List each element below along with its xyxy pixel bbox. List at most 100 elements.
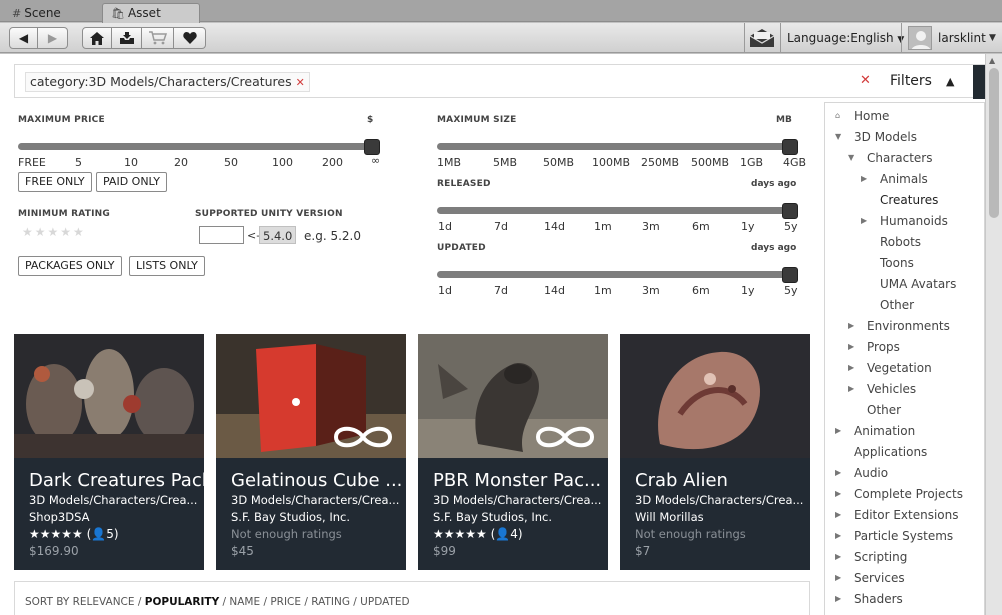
sidebar-item-vegetation[interactable]: ▶ Vegetation [848, 361, 932, 375]
asset-rating: Not enough ratings [231, 527, 342, 541]
released-tick: 7d [494, 220, 508, 233]
asset-category[interactable]: 3D Models/Characters/Crea... [231, 493, 399, 507]
sidebar-item-environments[interactable]: ▶ Environments [848, 319, 950, 333]
rating-count: (👤4) [490, 527, 523, 541]
cart-button[interactable] [142, 27, 174, 49]
asset-thumbnail[interactable] [620, 334, 810, 458]
sidebar-item-other[interactable]: Other [867, 403, 901, 417]
asset-card[interactable]: PBR Monster Pac... 3D Models/Characters/… [418, 334, 608, 570]
sidebar-item-complete-projects[interactable]: ▶ Complete Projects [835, 487, 963, 501]
username[interactable]: larsklint [938, 23, 986, 53]
asset-title[interactable]: PBR Monster Pac... [433, 470, 601, 491]
updated-slider-handle[interactable] [782, 267, 798, 283]
chevron-right-icon: ▶ [835, 426, 842, 435]
sort-options[interactable]: SORT BY RELEVANCE / [25, 596, 145, 608]
filters-toggle[interactable]: Filters ▲ [890, 73, 954, 89]
vertical-scrollbar[interactable]: ▲ [985, 54, 1002, 615]
asset-title[interactable]: Dark Creatures Pack [29, 470, 204, 491]
sidebar-item-vehicles[interactable]: ▶ Vehicles [848, 382, 916, 396]
asset-card[interactable]: Dark Creatures Pack 3D Models/Characters… [14, 334, 204, 570]
back-button[interactable]: ◀ [9, 27, 38, 49]
sidebar-item-humanoids[interactable]: ▶ Humanoids [861, 214, 948, 228]
sidebar-item-home[interactable]: ⌂ Home [835, 109, 889, 123]
sidebar-item-uma-avatars[interactable]: UMA Avatars [880, 277, 956, 291]
free-only-button[interactable]: FREE ONLY [18, 172, 92, 192]
max-price-slider-handle[interactable] [364, 139, 380, 155]
unity-version-input[interactable] [199, 226, 244, 244]
sidebar-item-animals[interactable]: ▶ Animals [861, 172, 928, 186]
sidebar-item-other[interactable]: Other [880, 298, 914, 312]
asset-thumbnail[interactable] [14, 334, 204, 458]
sidebar-item-characters[interactable]: ▼ Characters [848, 151, 933, 165]
sidebar-item-label: Audio [854, 466, 889, 480]
price-tick: 100 [272, 156, 293, 169]
sidebar-item-props[interactable]: ▶ Props [848, 340, 900, 354]
max-size-slider-handle[interactable] [782, 139, 798, 155]
envelope-icon [749, 29, 775, 47]
asset-thumbnail[interactable] [216, 334, 406, 458]
sidebar-item-label: Vegetation [867, 361, 932, 375]
lists-only-button[interactable]: LISTS ONLY [129, 256, 205, 276]
messages-button[interactable] [746, 25, 778, 51]
size-ticks: 1MB 5MB 50MB 100MB 250MB 500MB 1GB 4GB [437, 156, 807, 170]
sidebar-item-creatures[interactable]: Creatures [880, 193, 938, 207]
sidebar-item-services[interactable]: ▶ Services [835, 571, 905, 585]
paid-only-button[interactable]: PAID ONLY [96, 172, 167, 192]
price-tick: 5 [75, 156, 82, 169]
scroll-up-icon[interactable]: ▲ [989, 56, 995, 65]
tab-scene[interactable]: # Scene [4, 4, 69, 22]
released-slider[interactable] [437, 207, 795, 214]
tab-asset-store[interactable]: 🛍Asset Store [102, 3, 200, 39]
sidebar-item-animation[interactable]: ▶ Animation [835, 424, 915, 438]
home-button[interactable] [82, 27, 112, 49]
sidebar-item-toons[interactable]: Toons [880, 256, 914, 270]
chevron-right-icon: ▶ [835, 531, 842, 540]
sidebar-item-applications[interactable]: Applications [854, 445, 927, 459]
released-slider-handle[interactable] [782, 203, 798, 219]
clear-search-icon[interactable]: ✕ [860, 73, 871, 88]
sort-active[interactable]: POPULARITY [145, 596, 219, 608]
sidebar-item-shaders[interactable]: ▶ Shaders [835, 592, 903, 606]
max-price-slider[interactable] [18, 143, 373, 150]
scrollbar-thumb[interactable] [989, 68, 999, 218]
asset-category[interactable]: 3D Models/Characters/Crea... [29, 493, 197, 507]
sidebar-item-3d-models[interactable]: ▼ 3D Models [835, 130, 917, 144]
sidebar-item-particle-systems[interactable]: ▶ Particle Systems [835, 529, 953, 543]
max-size-slider[interactable] [437, 143, 795, 150]
min-rating-stars[interactable]: ★★★★★ [22, 225, 86, 239]
forward-button[interactable]: ▶ [38, 27, 68, 49]
remove-chip-icon[interactable]: ✕ [296, 76, 305, 89]
sidebar-item-editor-extensions[interactable]: ▶ Editor Extensions [835, 508, 959, 522]
asset-publisher[interactable]: S.F. Bay Studios, Inc. [433, 510, 552, 524]
sidebar-item-scripting[interactable]: ▶ Scripting [835, 550, 907, 564]
language-dropdown[interactable]: Language:English ▼ [787, 23, 904, 53]
sidebar-item-robots[interactable]: Robots [880, 235, 921, 249]
updated-slider[interactable] [437, 271, 795, 278]
sidebar-item-label: Particle Systems [854, 529, 954, 543]
asset-category[interactable]: 3D Models/Characters/Crea... [433, 493, 601, 507]
current-version-button[interactable]: 5.4.0 [259, 226, 297, 244]
asset-publisher[interactable]: Shop3DSA [29, 510, 89, 524]
asset-category[interactable]: 3D Models/Characters/Crea... [635, 493, 803, 507]
favorites-button[interactable] [174, 27, 206, 49]
price-tick: ∞ [371, 154, 381, 167]
download-tray-icon [119, 32, 134, 44]
downloads-button[interactable] [112, 27, 142, 49]
asset-title[interactable]: Gelatinous Cube ... [231, 470, 402, 491]
asset-card[interactable]: Crab Alien 3D Models/Characters/Crea... … [620, 334, 810, 570]
home-icon: ⌂ [835, 111, 841, 120]
sidebar-item-label: Other [880, 298, 915, 312]
asset-card[interactable]: Gelatinous Cube ... 3D Models/Characters… [216, 334, 406, 570]
asset-title[interactable]: Crab Alien [635, 470, 728, 491]
chevron-down-icon[interactable]: ▼ [989, 23, 996, 53]
asset-thumbnail[interactable] [418, 334, 608, 458]
asset-publisher[interactable]: Will Morillas [635, 510, 704, 524]
released-tick: 1m [594, 220, 612, 233]
sort-options-rest[interactable]: / NAME / PRICE / RATING / UPDATED [219, 596, 410, 608]
sidebar-item-label: Animation [854, 424, 916, 438]
sidebar-item-audio[interactable]: ▶ Audio [835, 466, 888, 480]
chevron-right-icon: ▶ [835, 594, 842, 603]
asset-publisher[interactable]: S.F. Bay Studios, Inc. [231, 510, 350, 524]
avatar[interactable] [908, 26, 932, 50]
packages-only-button[interactable]: PACKAGES ONLY [18, 256, 122, 276]
